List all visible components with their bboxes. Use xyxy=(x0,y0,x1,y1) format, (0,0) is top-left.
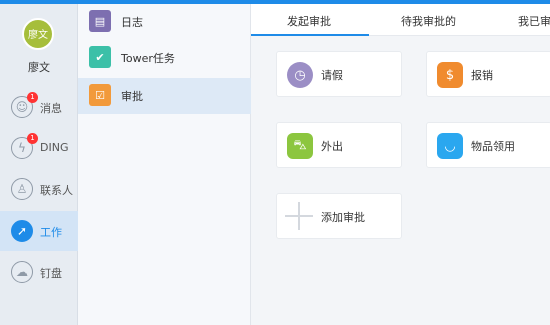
approval-card-reimbursement[interactable]: $ 报销 xyxy=(426,51,550,97)
nav-item-messages[interactable]: ☺ 1 消息 xyxy=(0,87,78,127)
ding-badge: 1 xyxy=(27,133,38,144)
check-icon: ✔ xyxy=(89,46,111,68)
subnav-item-approval[interactable]: ☑ 审批 xyxy=(78,78,251,114)
nav-item-ding[interactable]: ϟ 1 DING xyxy=(0,128,78,168)
cloud-icon: ☁ xyxy=(11,261,33,283)
plus-icon-bar xyxy=(285,215,313,217)
user-name: 廖文 xyxy=(28,61,50,74)
tab-pending-my-approval[interactable]: 待我审批的 xyxy=(401,13,456,29)
nav-item-contacts[interactable]: ♙ 联系人 xyxy=(0,169,78,209)
subnav-item-label: 日志 xyxy=(121,16,143,29)
card-label: 外出 xyxy=(321,140,343,153)
subnav-item-tower-task[interactable]: ✔ Tower任务 xyxy=(78,40,251,76)
nav-item-label: 消息 xyxy=(40,102,62,115)
log-icon: ▤ xyxy=(89,10,111,32)
nav-item-label: 工作 xyxy=(40,226,62,239)
shopping-bag-icon: ◡ xyxy=(437,133,463,159)
primary-nav: 廖文 廖文 ☺ 1 消息 ϟ 1 DING ♙ 联系人 ➚ 工作 ☁ 钉盘 xyxy=(0,4,78,325)
card-label: 请假 xyxy=(321,69,343,82)
active-tab-indicator xyxy=(251,34,369,36)
subnav-item-log[interactable]: ▤ 日志 xyxy=(78,4,251,40)
secondary-nav: ▤ 日志 ✔ Tower任务 ☑ 审批 xyxy=(78,4,251,325)
approval-card-leave[interactable]: ◷ 请假 xyxy=(276,51,402,97)
car-icon: ⛍ xyxy=(287,133,313,159)
add-approval-card[interactable]: 添加审批 xyxy=(276,193,402,239)
card-label: 添加审批 xyxy=(321,211,365,224)
tab-initiate-approval[interactable]: 发起审批 xyxy=(287,13,331,29)
nav-item-label: 联系人 xyxy=(40,184,73,197)
clock-icon: ◷ xyxy=(287,62,313,88)
avatar[interactable]: 廖文 xyxy=(22,18,54,50)
approval-card-item-request[interactable]: ◡ 物品领用 xyxy=(426,122,550,168)
subnav-item-label: Tower任务 xyxy=(121,52,175,65)
money-bag-icon: $ xyxy=(437,62,463,88)
nav-item-cloud-drive[interactable]: ☁ 钉盘 xyxy=(0,252,78,292)
approval-card-outing[interactable]: ⛍ 外出 xyxy=(276,122,402,168)
approval-icon: ☑ xyxy=(89,84,111,106)
nav-item-work[interactable]: ➚ 工作 xyxy=(0,211,78,251)
compass-icon: ➚ xyxy=(11,220,33,242)
main-content: 发起审批 待我审批的 我已审 ◷ 请假 $ 报销 ⛍ 外出 ◡ 物品领用 添加审… xyxy=(251,4,550,325)
tab-approved-by-me[interactable]: 我已审 xyxy=(518,13,550,29)
person-icon: ♙ xyxy=(11,178,33,200)
card-label: 报销 xyxy=(471,69,493,82)
messages-badge: 1 xyxy=(27,92,38,103)
nav-item-label: DING xyxy=(40,141,69,154)
tab-bar: 发起审批 待我审批的 我已审 xyxy=(251,4,550,36)
subnav-item-label: 审批 xyxy=(121,90,143,103)
nav-item-label: 钉盘 xyxy=(40,267,62,280)
card-label: 物品领用 xyxy=(471,140,515,153)
